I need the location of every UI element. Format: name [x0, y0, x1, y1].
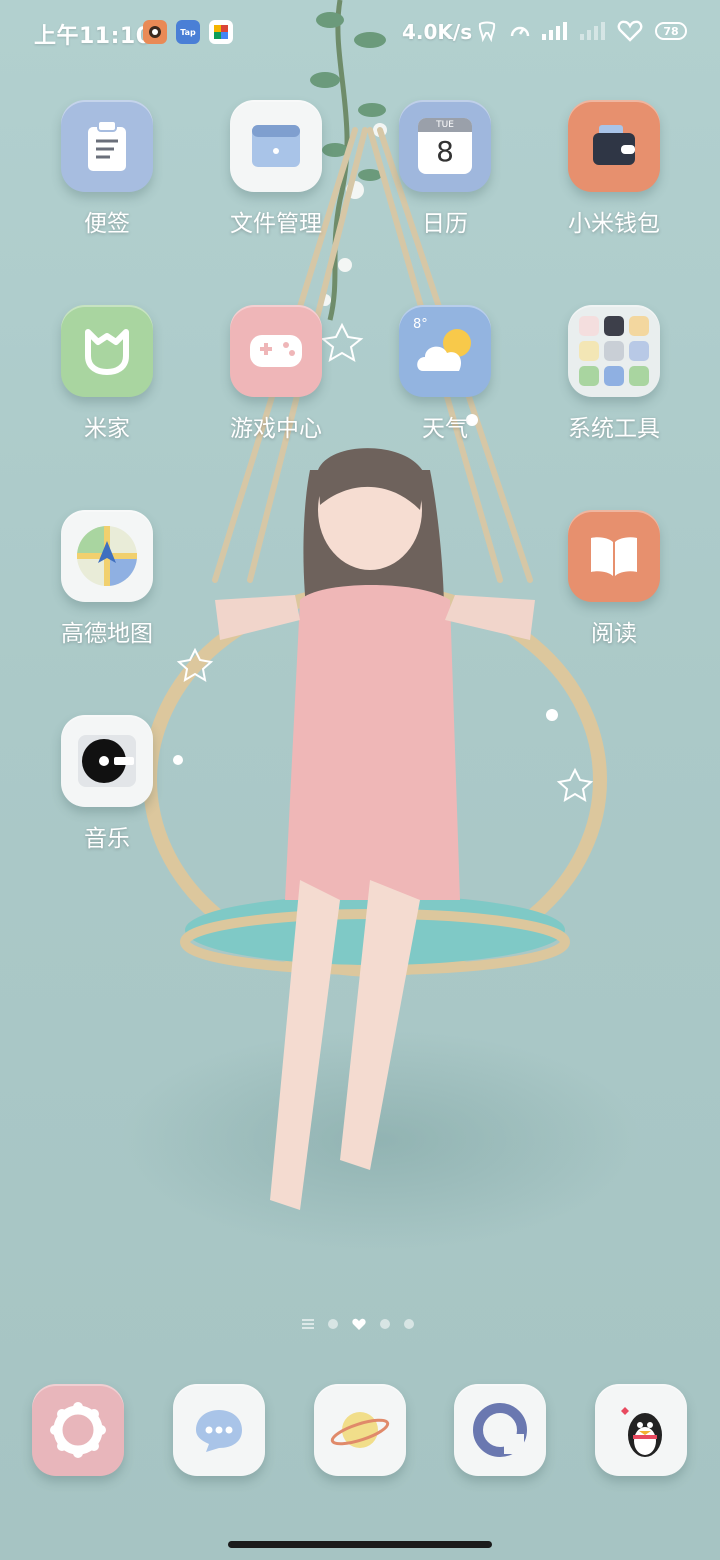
- mini-app-icon: [604, 316, 624, 336]
- app-music[interactable]: 音乐: [42, 715, 172, 853]
- app-reading[interactable]: 阅读: [549, 510, 679, 648]
- folder-preview-grid: [579, 316, 649, 386]
- app-label: 游戏中心: [230, 416, 322, 442]
- app-label: 小米钱包: [568, 211, 660, 237]
- app-mijia[interactable]: 米家: [42, 305, 172, 443]
- mini-app-icon: [579, 366, 599, 386]
- notes-icon: [61, 100, 153, 192]
- dock-app-3[interactable]: [295, 1384, 425, 1476]
- app-label: 米家: [84, 416, 130, 442]
- battery-indicator: 78: [655, 22, 687, 40]
- dock-app-messages[interactable]: [154, 1384, 284, 1476]
- music-icon: [61, 715, 153, 807]
- app-label: 文件管理: [230, 211, 322, 237]
- signal-icon: [542, 22, 567, 40]
- app-amap[interactable]: 高德地图: [42, 510, 172, 648]
- app-drawer-indicator[interactable]: [302, 1319, 314, 1329]
- message-icon: [173, 1384, 265, 1476]
- mini-app-icon: [604, 341, 624, 361]
- dock-app-qq[interactable]: [576, 1384, 706, 1476]
- book-icon: [568, 510, 660, 602]
- status-bar: 上午11:10 Tap 4.0K/s 78: [0, 0, 720, 64]
- app-game-center[interactable]: 游戏中心: [211, 305, 341, 443]
- app-label: 日历: [422, 211, 468, 237]
- page-dot[interactable]: [404, 1319, 414, 1329]
- app-label: 音乐: [84, 826, 130, 852]
- mini-app-icon: [579, 341, 599, 361]
- file-manager-icon: [230, 100, 322, 192]
- mini-app-icon: [629, 366, 649, 386]
- calendar-page: TUE 8: [418, 118, 472, 174]
- mini-app-icon: [604, 366, 624, 386]
- tooth-icon: [478, 21, 496, 42]
- weather-icon: 8°: [399, 305, 491, 397]
- calendar-icon: TUE 8: [399, 100, 491, 192]
- planet-app-icon: [314, 1384, 406, 1476]
- heart-icon: [617, 20, 643, 42]
- page-indicator[interactable]: [302, 1316, 414, 1332]
- app-calendar[interactable]: TUE 8 日历: [380, 100, 510, 238]
- penguin-qq-icon: [595, 1384, 687, 1476]
- dock-app-1[interactable]: [13, 1384, 143, 1476]
- network-speed: 4.0K/s: [402, 20, 473, 44]
- app-mi-wallet[interactable]: 小米钱包: [549, 100, 679, 238]
- browser-icon: [454, 1384, 546, 1476]
- app-weather[interactable]: 8° 天气: [380, 305, 510, 443]
- page-dot[interactable]: [380, 1319, 390, 1329]
- app-label: 天气: [422, 416, 468, 442]
- folder-label: 系统工具: [568, 416, 660, 442]
- flower-app-icon: [32, 1384, 124, 1476]
- app-label: 便签: [84, 211, 130, 237]
- photo-app-notification-icon: [209, 20, 233, 44]
- weather-temperature: 8°: [413, 317, 428, 332]
- app-label: 阅读: [591, 621, 637, 647]
- app-notes[interactable]: 便签: [42, 100, 172, 238]
- mini-app-icon: [629, 341, 649, 361]
- app-file-manager[interactable]: 文件管理: [211, 100, 341, 238]
- mini-app-icon: [629, 316, 649, 336]
- calendar-weekday: TUE: [418, 118, 472, 132]
- app-label: 高德地图: [61, 621, 153, 647]
- page-dot[interactable]: [328, 1319, 338, 1329]
- folder-icon: [568, 305, 660, 397]
- current-page-heart-icon[interactable]: [352, 1318, 366, 1330]
- speedometer-icon: [510, 26, 530, 37]
- wallet-icon: [568, 100, 660, 192]
- signal-sim2-icon: [580, 22, 605, 40]
- folder-system-tools[interactable]: 系统工具: [549, 305, 679, 443]
- dock-app-browser[interactable]: [435, 1384, 565, 1476]
- gamepad-icon: [230, 305, 322, 397]
- calendar-date: 8: [436, 135, 454, 168]
- mijia-icon: [61, 305, 153, 397]
- home-gesture-bar[interactable]: [228, 1541, 492, 1548]
- mini-app-icon: [579, 316, 599, 336]
- game-app-notification-icon: [143, 20, 167, 44]
- map-icon: [61, 510, 153, 602]
- taptap-notification-icon: Tap: [176, 20, 200, 44]
- clock: 上午11:10: [34, 24, 152, 49]
